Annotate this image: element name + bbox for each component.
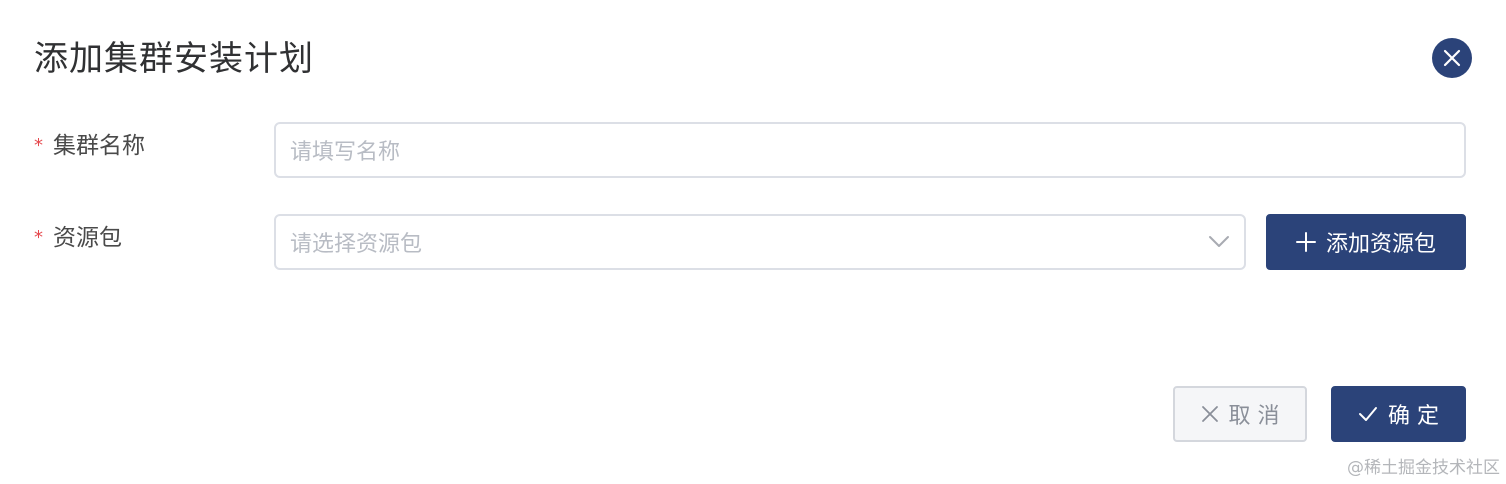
close-icon (1201, 406, 1218, 422)
cancel-button[interactable]: 取 消 (1173, 386, 1307, 442)
resource-package-label: * 资源包 (34, 223, 122, 255)
cluster-name-label: * 集群名称 (34, 131, 145, 163)
plus-icon (1295, 232, 1316, 252)
cluster-name-label-text: 集群名称 (53, 133, 145, 159)
add-resource-package-label: 添加资源包 (1325, 232, 1436, 257)
chevron-down-icon (1208, 216, 1230, 268)
add-resource-package-button[interactable]: 添加资源包 (1266, 214, 1466, 270)
required-mark: * (34, 135, 43, 156)
dialog-title: 添加集群安装计划 (34, 39, 314, 79)
confirm-label: 确 定 (1388, 404, 1439, 429)
cluster-name-input[interactable]: 请填写名称 (274, 122, 1466, 178)
resource-package-select[interactable]: 请选择资源包 (274, 214, 1246, 270)
watermark: @稀土掘金技术社区 (1347, 458, 1500, 478)
close-button[interactable] (1432, 38, 1472, 78)
required-mark: * (34, 227, 43, 248)
resource-package-label-text: 资源包 (53, 225, 122, 251)
add-cluster-plan-dialog: 添加集群安装计划 * 集群名称 请填写名称 * 资源包 请选择资源包 添加资源包 取 (0, 0, 1506, 484)
check-icon (1359, 407, 1377, 421)
confirm-button[interactable]: 确 定 (1331, 386, 1466, 442)
resource-package-placeholder: 请选择资源包 (290, 232, 423, 257)
close-icon (1443, 49, 1461, 67)
cancel-label: 取 消 (1228, 404, 1280, 429)
cluster-name-placeholder: 请填写名称 (290, 140, 401, 165)
